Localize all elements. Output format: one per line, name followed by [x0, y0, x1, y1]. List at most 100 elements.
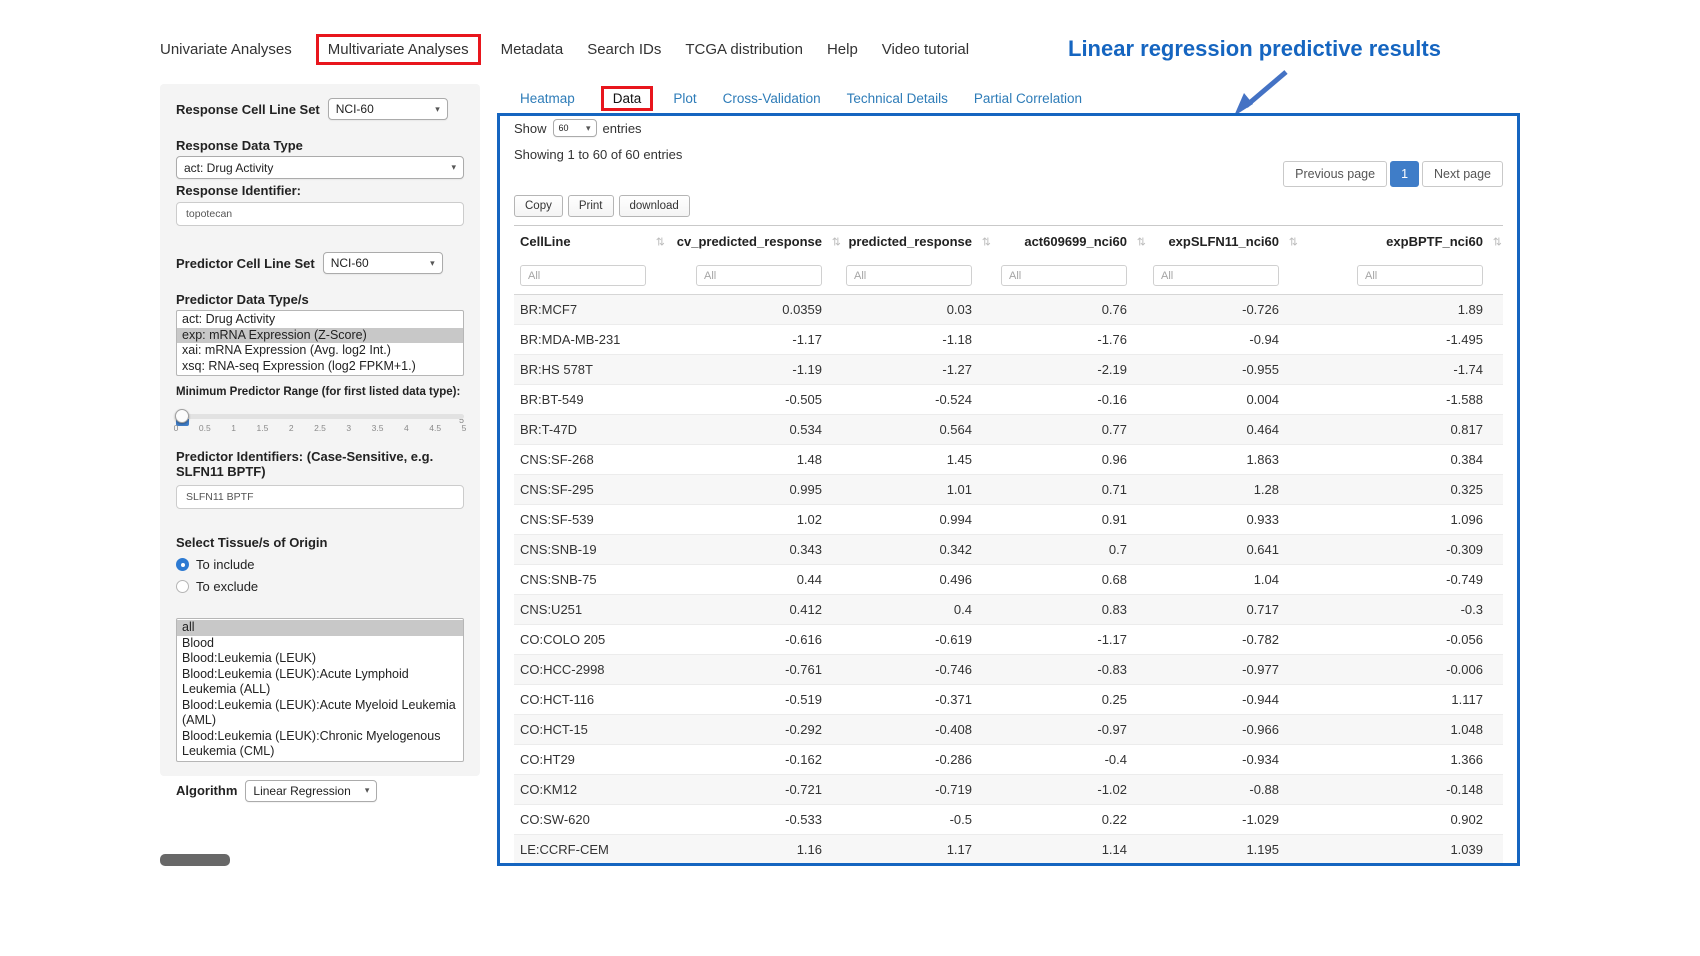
results-table: CellLine⇅cv_predicted_response⇅predicted… — [514, 225, 1503, 866]
table-row[interactable]: LE:CCRF-CEM1.161.171.141.1951.039 — [514, 835, 1503, 865]
tab-partial-correlation[interactable]: Partial Correlation — [974, 91, 1082, 106]
tissue-option-blood-leukemia-leuk-acute-myeloid-leukemia-aml[interactable]: Blood:Leukemia (LEUK):Acute Myeloid Leuk… — [177, 698, 463, 729]
response-cell-line-set-select[interactable]: NCI-60 ▾ — [328, 98, 448, 120]
value-cell: -0.955 — [1147, 355, 1299, 385]
next-page-button[interactable]: Next page — [1422, 161, 1503, 187]
tab-heatmap[interactable]: Heatmap — [520, 91, 575, 106]
radio-selected-icon[interactable] — [176, 558, 189, 571]
column-label: cv_predicted_response — [677, 234, 822, 249]
column-header-act609699-nci60[interactable]: act609699_nci60⇅ — [992, 226, 1147, 258]
algorithm-select[interactable]: Linear Regression ▾ — [245, 780, 377, 802]
column-header-expslfn11-nci60[interactable]: expSLFN11_nci60⇅ — [1147, 226, 1299, 258]
radio-to-include[interactable]: To include — [176, 557, 464, 572]
nav-item-help[interactable]: Help — [827, 41, 858, 58]
column-header-cellline[interactable]: CellLine⇅ — [514, 226, 666, 258]
table-row[interactable]: LE:HL-60(TB)0.9510.9340.681.3070.031 — [514, 865, 1503, 867]
pagination: Previous page 1 Next page — [1283, 161, 1503, 187]
data-type-option-xsq-rna-seq-expression-log2-fpkm-1[interactable]: xsq: RNA-seq Expression (log2 FPKM+1.) — [177, 359, 463, 375]
predictor-identifiers-input[interactable] — [176, 485, 464, 509]
table-row[interactable]: BR:T-47D0.5340.5640.770.4640.817 — [514, 415, 1503, 445]
column-header-predicted-response[interactable]: predicted_response⇅ — [842, 226, 992, 258]
sort-icon[interactable]: ⇅ — [1289, 235, 1298, 248]
response-identifier-input[interactable] — [176, 202, 464, 226]
table-row[interactable]: BR:MDA-MB-231-1.17-1.18-1.76-0.94-1.495 — [514, 325, 1503, 355]
download-button[interactable]: download — [619, 195, 690, 217]
sort-icon[interactable]: ⇅ — [1137, 235, 1146, 248]
tissue-option-blood-leukemia-leuk-acute-lymphoid-leukemia-all[interactable]: Blood:Leukemia (LEUK):Acute Lymphoid Leu… — [177, 667, 463, 698]
copy-button[interactable]: Copy — [514, 195, 563, 217]
tab-data[interactable]: Data — [601, 86, 654, 111]
tissue-option-blood[interactable]: Blood — [177, 636, 463, 652]
nav-item-search-ids[interactable]: Search IDs — [587, 41, 661, 58]
tissue-listbox[interactable]: allBloodBlood:Leukemia (LEUK)Blood:Leuke… — [176, 618, 464, 762]
value-cell: -0.616 — [666, 625, 842, 655]
table-row[interactable]: CO:COLO 205-0.616-0.619-1.17-0.782-0.056 — [514, 625, 1503, 655]
response-identifier-label: Response Identifier: — [176, 183, 464, 198]
table-row[interactable]: CO:HT29-0.162-0.286-0.4-0.9341.366 — [514, 745, 1503, 775]
response-data-type-select[interactable]: act: Drug Activity ▾ — [176, 156, 464, 179]
nav-item-univariate-analyses[interactable]: Univariate Analyses — [160, 41, 292, 58]
annotation-title: Linear regression predictive results — [1068, 36, 1441, 62]
radio-to-exclude[interactable]: To exclude — [176, 579, 464, 594]
tissue-option-all[interactable]: all — [177, 620, 463, 636]
table-row[interactable]: CNS:SF-2681.481.450.961.8630.384 — [514, 445, 1503, 475]
table-row[interactable]: BR:BT-549-0.505-0.524-0.160.004-1.588 — [514, 385, 1503, 415]
filter-input-cellline[interactable] — [520, 265, 646, 286]
filter-input-expbptf-nci60[interactable] — [1357, 265, 1483, 286]
filter-input-act609699-nci60[interactable] — [1001, 265, 1127, 286]
table-row[interactable]: CO:HCT-15-0.292-0.408-0.97-0.9661.048 — [514, 715, 1503, 745]
value-cell: 1.048 — [1299, 715, 1503, 745]
predictor-data-type-listbox[interactable]: act: Drug Activityexp: mRNA Expression (… — [176, 310, 464, 376]
nav-item-metadata[interactable]: Metadata — [501, 41, 564, 58]
min-predictor-range-slider[interactable]: 0 5 00.511.522.533.544.55 — [176, 414, 464, 435]
table-row[interactable]: CNS:SNB-190.3430.3420.70.641-0.309 — [514, 535, 1503, 565]
previous-page-button[interactable]: Previous page — [1283, 161, 1387, 187]
page-length-select[interactable]: 60 ▾ — [553, 119, 597, 137]
algorithm-row: Algorithm Linear Regression ▾ — [176, 780, 464, 802]
sort-icon[interactable]: ⇅ — [656, 235, 665, 248]
slider-track[interactable] — [176, 414, 464, 419]
predictor-cell-line-set-select[interactable]: NCI-60 ▾ — [323, 252, 443, 274]
tab-cross-validation[interactable]: Cross-Validation — [723, 91, 821, 106]
slider-tick-label: 4 — [404, 423, 409, 433]
print-button[interactable]: Print — [568, 195, 614, 217]
nav-item-multivariate-analyses[interactable]: Multivariate Analyses — [316, 34, 481, 65]
table-row[interactable]: CNS:SNB-750.440.4960.681.04-0.749 — [514, 565, 1503, 595]
value-cell: -1.495 — [1299, 325, 1503, 355]
value-cell: -1.02 — [992, 775, 1147, 805]
tab-plot[interactable]: Plot — [673, 91, 696, 106]
table-row[interactable]: BR:HS 578T-1.19-1.27-2.19-0.955-1.74 — [514, 355, 1503, 385]
value-cell: -0.408 — [842, 715, 992, 745]
table-row[interactable]: CNS:U2510.4120.40.830.717-0.3 — [514, 595, 1503, 625]
table-row[interactable]: CO:SW-620-0.533-0.50.22-1.0290.902 — [514, 805, 1503, 835]
sort-icon[interactable]: ⇅ — [832, 235, 841, 248]
current-page-button[interactable]: 1 — [1390, 161, 1419, 187]
table-row[interactable]: CO:HCC-2998-0.761-0.746-0.83-0.977-0.006 — [514, 655, 1503, 685]
sort-icon[interactable]: ⇅ — [982, 235, 991, 248]
table-row[interactable]: CO:KM12-0.721-0.719-1.02-0.88-0.148 — [514, 775, 1503, 805]
nav-item-tcga-distribution[interactable]: TCGA distribution — [685, 41, 803, 58]
tissue-option-blood-leukemia-leuk-chronic-myelogenous-leukemia-cml[interactable]: Blood:Leukemia (LEUK):Chronic Myelogenou… — [177, 729, 463, 760]
column-header-expbptf-nci60[interactable]: expBPTF_nci60⇅ — [1299, 226, 1503, 258]
table-row[interactable]: CNS:SF-2950.9951.010.711.280.325 — [514, 475, 1503, 505]
filter-input-cv-predicted-response[interactable] — [696, 265, 822, 286]
cell-line-cell: LE:CCRF-CEM — [514, 835, 666, 865]
table-row[interactable]: BR:MCF70.03590.030.76-0.7261.89 — [514, 295, 1503, 325]
slider-handle[interactable] — [175, 409, 189, 423]
value-cell: 0.817 — [1299, 415, 1503, 445]
nav-item-video-tutorial[interactable]: Video tutorial — [882, 41, 969, 58]
chevron-down-icon: ▾ — [435, 104, 440, 115]
table-row[interactable]: CO:HCT-116-0.519-0.3710.25-0.9441.117 — [514, 685, 1503, 715]
tissue-option-blood-leukemia-leuk[interactable]: Blood:Leukemia (LEUK) — [177, 651, 463, 667]
filter-input-predicted-response[interactable] — [846, 265, 972, 286]
table-row[interactable]: CNS:SF-5391.020.9940.910.9331.096 — [514, 505, 1503, 535]
data-type-option-exp-mrna-expression-z-score[interactable]: exp: mRNA Expression (Z-Score) — [177, 328, 463, 344]
value-cell: 0.76 — [992, 295, 1147, 325]
sort-icon[interactable]: ⇅ — [1493, 235, 1502, 248]
data-type-option-xai-mrna-expression-avg-log2-int[interactable]: xai: mRNA Expression (Avg. log2 Int.) — [177, 343, 463, 359]
filter-input-expslfn11-nci60[interactable] — [1153, 265, 1279, 286]
tab-technical-details[interactable]: Technical Details — [847, 91, 948, 106]
radio-unselected-icon[interactable] — [176, 580, 189, 593]
data-type-option-act-drug-activity[interactable]: act: Drug Activity — [177, 312, 463, 328]
column-header-cv-predicted-response[interactable]: cv_predicted_response ⇅ — [666, 226, 842, 258]
